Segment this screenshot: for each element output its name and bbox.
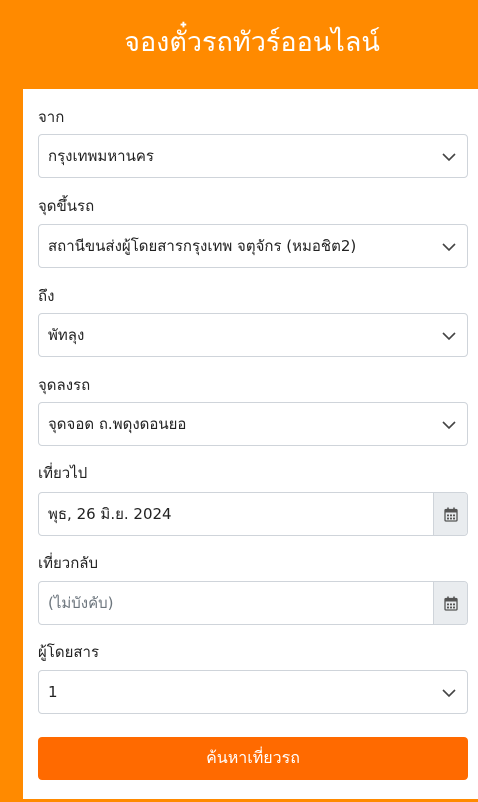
chevron-down-icon [442, 421, 456, 430]
return-date-group: (ไม่บังคับ) [38, 581, 468, 625]
boarding-point-value: สถานีขนส่งผู้โดยสารกรุงเทพ จตุจักร (หมอช… [48, 237, 357, 255]
return-date-placeholder: (ไม่บังคับ) [48, 594, 114, 612]
depart-date-group: พุธ, 26 มิ.ย. 2024 [38, 492, 468, 536]
chevron-down-icon [442, 332, 456, 341]
passengers-select[interactable]: 1 [38, 670, 468, 714]
return-date-label: เที่ยวกลับ [38, 554, 99, 572]
boarding-point-label: จุดขึ้นรถ [38, 197, 95, 215]
depart-date-label: เที่ยวไป [38, 464, 88, 482]
search-trips-button[interactable]: ค้นหาเที่ยวรถ [38, 737, 468, 780]
depart-calendar-button[interactable] [433, 493, 467, 535]
to-select[interactable]: พัทลุง [38, 313, 468, 357]
passengers-value: 1 [48, 683, 58, 701]
to-label: ถึง [38, 287, 55, 305]
to-value: พัทลุง [48, 326, 85, 344]
page-header: จองตั๋วรถทัวร์ออนไลน์ [0, 0, 478, 89]
return-calendar-button[interactable] [433, 582, 467, 624]
chevron-down-icon [442, 153, 456, 162]
dropoff-point-value: จุดจอด ถ.พดุงดอนยอ [48, 415, 187, 433]
boarding-point-select[interactable]: สถานีขนส่งผู้โดยสารกรุงเทพ จตุจักร (หมอช… [38, 224, 468, 268]
dropoff-point-select[interactable]: จุดจอด ถ.พดุงดอนยอ [38, 402, 468, 446]
page-title: จองตั๋วรถทัวร์ออนไลน์ [124, 27, 380, 58]
chevron-down-icon [442, 689, 456, 698]
chevron-down-icon [442, 243, 456, 252]
dropoff-point-label: จุดลงรถ [38, 376, 91, 394]
passengers-label: ผู้โดยสาร [38, 643, 100, 661]
calendar-icon [443, 596, 458, 611]
from-value: กรุงเทพมหานคร [48, 147, 154, 165]
from-label: จาก [38, 108, 65, 126]
calendar-icon [443, 507, 458, 522]
booking-form: จาก กรุงเทพมหานคร จุดขึ้นรถ สถานีขนส่งผู… [23, 89, 478, 799]
return-date-input[interactable]: (ไม่บังคับ) [39, 582, 433, 624]
depart-date-value: พุธ, 26 มิ.ย. 2024 [48, 505, 172, 523]
depart-date-input[interactable]: พุธ, 26 มิ.ย. 2024 [39, 493, 433, 535]
from-select[interactable]: กรุงเทพมหานคร [38, 134, 468, 178]
